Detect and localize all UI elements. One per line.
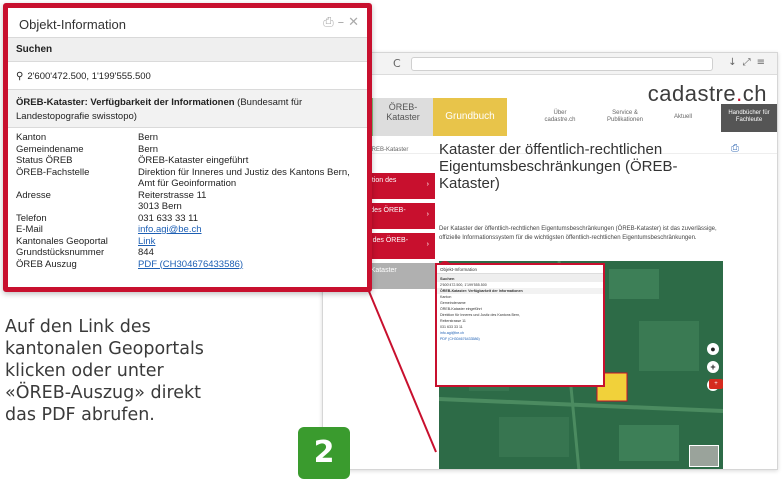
reload-icon[interactable]: C bbox=[393, 57, 401, 70]
row-value: Reiterstrasse 11 bbox=[138, 189, 207, 201]
row-value: 3013 Bern bbox=[138, 201, 182, 212]
kataster-availability: ÖREB-Kataster: Verfügbarkeit der Informa… bbox=[8, 90, 367, 128]
breadcrumb[interactable]: ÖREB-Kataster bbox=[367, 147, 408, 153]
mini-popup-search: Suchen bbox=[437, 274, 603, 282]
browser-window: › C ↓⤢≡ cadastre.ch ng ÖREB- Kataster Gr… bbox=[322, 52, 778, 470]
row-key bbox=[16, 178, 138, 190]
table-row: Gemeindename Bern bbox=[16, 144, 367, 156]
locate-icon[interactable]: ● bbox=[707, 343, 719, 355]
table-row: Kanton Bern bbox=[16, 132, 367, 144]
browser-tools-icons[interactable]: ↓⤢≡ bbox=[728, 57, 771, 68]
coordinates-row: ⚲ 2'600'472.500, 1'199'555.500 bbox=[8, 62, 367, 90]
menu-ueber[interactable]: Über cadastre.ch bbox=[535, 110, 585, 124]
kataster-heading: ÖREB-Kataster: Verfügbarkeit der Informa… bbox=[16, 97, 235, 108]
table-row: Kantonales Geoportal Link bbox=[16, 236, 367, 248]
table-row: Status ÖREB ÖREB-Kataster eingeführt bbox=[16, 155, 367, 167]
table-row: Amt für Geoinformation bbox=[16, 178, 367, 190]
row-value: ÖREB-Kataster eingeführt bbox=[138, 155, 249, 166]
page-title: Kataster der öffentlich-rechtlichen Eige… bbox=[439, 141, 678, 192]
row-key bbox=[16, 201, 138, 213]
address-bar[interactable] bbox=[411, 57, 713, 71]
table-row: ÖREB Auszug PDF (CH304676433586) bbox=[16, 259, 367, 271]
menu-tab-oereb[interactable]: ÖREB- Kataster bbox=[373, 98, 433, 136]
email-link[interactable]: info.agi@be.ch bbox=[138, 224, 358, 236]
row-value: Bern bbox=[138, 143, 159, 155]
map-pin-icon: ⚲ bbox=[16, 71, 24, 82]
browser-toolbar: › C ↓⤢≡ bbox=[323, 53, 777, 75]
menu-handbuecher[interactable]: Handbücher für Fachleute bbox=[721, 104, 777, 132]
row-key: Kantonales Geoportal bbox=[16, 235, 108, 247]
print-icon[interactable]: ⎙ bbox=[323, 15, 333, 30]
row-value: Bern bbox=[138, 132, 159, 143]
row-key: Telefon bbox=[16, 212, 47, 224]
menu-aktuell[interactable]: Aktuell bbox=[663, 114, 703, 121]
zoom-in-icon[interactable]: + bbox=[707, 361, 719, 373]
close-icon[interactable]: ✕ bbox=[348, 15, 359, 30]
table-row: Telefon 031 633 33 11 bbox=[16, 213, 367, 225]
main-menu: ng ÖREB- Kataster Grundbuch Über cadastr… bbox=[323, 98, 777, 136]
table-row: 3013 Bern bbox=[16, 201, 367, 213]
coordinates-value: 2'600'472.500, 1'199'555.500 bbox=[27, 71, 151, 82]
overview-map[interactable] bbox=[689, 445, 719, 467]
row-key: ÖREB Auszug bbox=[16, 258, 77, 270]
mini-popup-title: Objekt-Information bbox=[437, 265, 603, 274]
row-key: Adresse bbox=[16, 189, 51, 201]
row-key: Grundstücksnummer bbox=[16, 247, 105, 258]
info-table: Kanton Bern Gemeindename Bern Status ÖREB Ö… bbox=[8, 128, 367, 270]
print-icon[interactable]: ⎙ bbox=[731, 143, 739, 154]
table-row: E-Mail info.agi@be.ch bbox=[16, 224, 367, 236]
pdf-extract-link[interactable]: PDF (CH304676433586) bbox=[138, 259, 358, 271]
mini-popup-preview: Objekt-Information Suchen 2'600'472.500,… bbox=[435, 263, 605, 387]
row-value: Direktion für Inneres und Justiz des Kan… bbox=[138, 166, 350, 178]
popup-header: Objekt-Information ⎙ – ✕ bbox=[8, 8, 367, 38]
row-key: E-Mail bbox=[16, 224, 43, 235]
row-value: 031 633 33 11 bbox=[138, 212, 199, 224]
popup-tools: ⎙ – ✕ bbox=[319, 15, 359, 30]
row-key: ÖREB-Fachstelle bbox=[16, 166, 90, 178]
step-badge: 2 bbox=[298, 427, 350, 479]
minimize-icon[interactable]: – bbox=[338, 15, 345, 30]
menu-tab-grundbuch[interactable]: Grundbuch bbox=[433, 98, 507, 136]
search-section-header: Suchen bbox=[8, 38, 367, 62]
swiss-flag-icon: + bbox=[709, 379, 723, 389]
table-row: ÖREB-Fachstelle Direktion für Inneres und… bbox=[16, 167, 367, 179]
table-row: Grundstücksnummer 844 bbox=[16, 247, 367, 259]
popup-title: Objekt-Information bbox=[19, 17, 126, 32]
row-key: Gemeindename bbox=[16, 143, 84, 155]
row-value: Amt für Geoinformation bbox=[138, 178, 237, 189]
geoportal-link[interactable]: Link bbox=[138, 236, 358, 248]
intro-text: Der Kataster der öffentlich-rechtlichen … bbox=[439, 226, 717, 241]
menu-service[interactable]: Service & Publikationen bbox=[595, 110, 655, 124]
table-row: Adresse Reiterstrasse 11 bbox=[16, 190, 367, 202]
row-key: Status ÖREB bbox=[16, 155, 73, 166]
row-value: 844 bbox=[138, 247, 154, 258]
instruction-caption: Auf den Link des kantonalen Geoportals k… bbox=[5, 317, 204, 425]
object-info-popup: Objekt-Information ⎙ – ✕ Suchen ⚲ 2'600'472… bbox=[3, 3, 372, 292]
row-key: Kanton bbox=[16, 132, 47, 143]
mini-popup-row: PDF (CH304676433586) bbox=[440, 337, 480, 341]
